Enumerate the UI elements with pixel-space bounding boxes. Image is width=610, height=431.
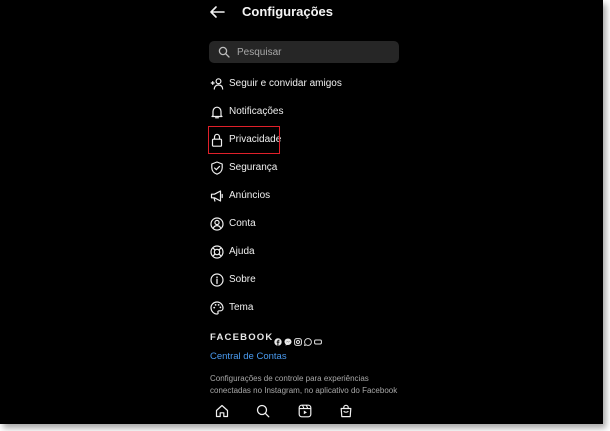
messenger-icon [284,333,292,346]
menu-item-label: Segurança [229,162,278,173]
facebook-icon [274,333,282,346]
top-bar: Configurações [195,0,415,28]
search-input[interactable] [237,43,392,61]
menu-item-account[interactable]: Conta [210,212,410,236]
account-circle-icon [210,217,224,231]
facebook-section-header: FACEBOOK [210,332,410,347]
accounts-center-description: Configurações de controle para experiênc… [210,374,398,395]
accounts-center-link[interactable]: Central de Contas [210,351,287,362]
menu-item-help[interactable]: Ajuda [210,240,410,264]
menu-item-label: Anúncios [229,190,271,201]
palette-icon [210,301,224,315]
megaphone-icon [210,190,223,202]
reels-icon[interactable] [298,404,312,418]
menu-item-label: Sobre [229,274,256,285]
portal-icon [314,333,322,345]
menu-item-security[interactable]: Segurança [210,156,410,180]
add-person-icon [210,78,224,90]
bottom-nav-bar [195,397,415,424]
page-title: Configurações [242,4,334,19]
menu-item-follow-invite[interactable]: Seguir e convidar amigos [210,72,410,96]
shield-check-icon [211,161,223,175]
lifebuoy-icon [210,245,224,259]
instagram-icon [294,333,302,346]
search-nav-icon[interactable] [256,404,270,418]
bell-icon [211,106,223,119]
search-icon [218,46,230,58]
info-icon [210,273,224,287]
back-arrow-icon[interactable] [209,4,225,20]
privacy-highlight-box [208,126,280,154]
menu-item-label: Ajuda [229,246,255,257]
menu-item-label: Tema [229,302,254,313]
menu-item-label: Notificações [229,106,284,117]
menu-item-label: Seguir e convidar amigos [229,78,342,89]
menu-item-label: Conta [229,218,256,229]
home-icon[interactable] [215,404,229,418]
shop-icon[interactable] [339,404,353,418]
facebook-app-icons [274,333,322,347]
search-bar[interactable] [209,41,399,63]
menu-item-ads[interactable]: Anúncios [210,184,410,208]
menu-item-notifications[interactable]: Notificações [210,100,410,124]
whatsapp-icon [303,333,312,347]
menu-item-theme[interactable]: Tema [210,296,410,320]
settings-screen: Configurações Seguir e convidar amigos N… [195,0,415,424]
screenshot-frame: Configurações Seguir e convidar amigos N… [0,0,603,424]
facebook-label: FACEBOOK [210,332,274,343]
menu-item-about[interactable]: Sobre [210,268,410,292]
